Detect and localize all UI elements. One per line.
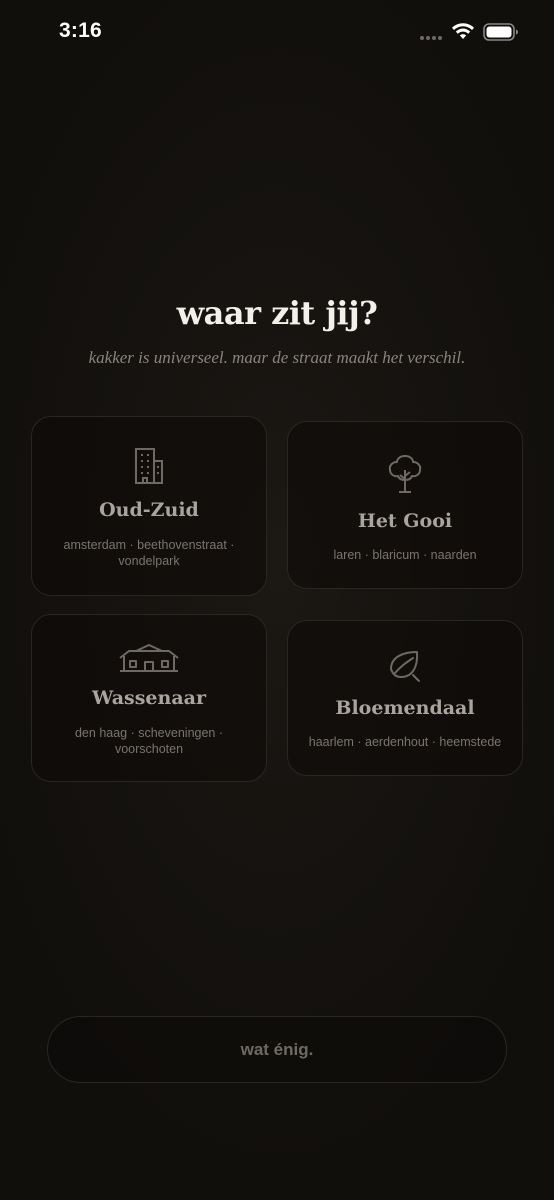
region-card-title: Het Gooi (357, 510, 453, 532)
wifi-icon (452, 23, 474, 39)
page-subtitle: kakker is universeel. maar de straat maa… (88, 348, 466, 367)
region-card-subtitle: laren · blaricum · naarden (333, 548, 477, 562)
continue-button[interactable]: wat énig. (47, 1016, 507, 1083)
region-card-title: Wassenaar (92, 687, 206, 709)
region-card-het-gooi[interactable]: Het Gooi laren · blaricum · naarden (287, 421, 523, 589)
region-card-oud-zuid[interactable]: Oud-Zuid amsterdam · beethovenstraat · v… (31, 416, 267, 596)
region-card-bloemendaal[interactable]: Bloemendaal haarlem · aerdenhout · heems… (287, 620, 523, 776)
tree-icon (388, 455, 422, 493)
region-card-subtitle: haarlem · aerdenhout · heemstede (308, 735, 502, 749)
page-title: waar zit jij? (176, 294, 378, 332)
status-bar: 3:16 (0, 0, 554, 64)
villa-icon (119, 644, 179, 672)
region-card-subtitle: amsterdam · beethovenstraat · vondelpark (63, 538, 235, 568)
region-card-subtitle: den haag · scheveningen · voorschoten (74, 726, 224, 756)
leaf-icon (390, 651, 420, 682)
battery-icon (483, 23, 518, 41)
building-icon (135, 448, 163, 484)
region-card-title: Bloemendaal (335, 697, 475, 719)
region-card-title: Oud-Zuid (99, 499, 199, 521)
cellular-signal-icon (420, 36, 442, 40)
region-card-wassenaar[interactable]: Wassenaar den haag · scheveningen · voor… (31, 614, 267, 782)
status-time: 3:16 (59, 19, 102, 42)
